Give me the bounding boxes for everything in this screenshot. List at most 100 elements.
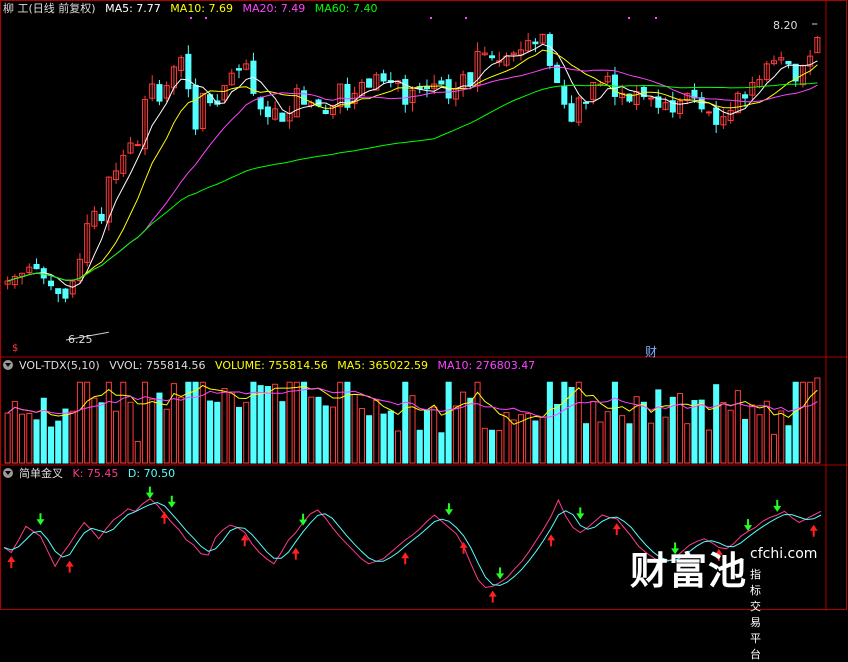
volume-bar bbox=[98, 402, 105, 464]
buy-arrow-icon bbox=[809, 524, 818, 531]
dropdown-icon[interactable] bbox=[3, 468, 13, 478]
stock-chart-canvas[interactable] bbox=[0, 0, 848, 611]
event-dot bbox=[655, 17, 657, 19]
volume-bar bbox=[467, 397, 474, 464]
kd-indicator-name[interactable]: 简单金叉 bbox=[19, 467, 63, 480]
d-value: D: 70.50 bbox=[127, 467, 176, 480]
volume-bar bbox=[26, 413, 33, 464]
volume-bar bbox=[264, 386, 271, 464]
volume-bar bbox=[489, 429, 496, 464]
buy-arrow-icon bbox=[547, 534, 556, 541]
candle-body bbox=[257, 97, 264, 110]
vol-indicator-name[interactable]: VOL-TDX(5,10) bbox=[19, 359, 100, 372]
candle-body bbox=[582, 101, 590, 104]
volume-bar bbox=[770, 433, 778, 464]
volume-bar bbox=[460, 391, 467, 464]
volume-value: VOLUME: 755814.56 bbox=[215, 359, 328, 372]
sell-arrow-icon bbox=[145, 492, 154, 499]
volume-bar bbox=[503, 412, 510, 464]
volume-bar bbox=[11, 401, 18, 464]
buy-arrow-icon bbox=[160, 511, 169, 518]
candle-body bbox=[156, 84, 163, 102]
volume-bar bbox=[662, 416, 669, 464]
volume-bar bbox=[742, 418, 749, 464]
volume-bar bbox=[445, 381, 452, 464]
k-value: K: 75.45 bbox=[72, 467, 119, 480]
volume-bar bbox=[669, 396, 676, 464]
volume-bar bbox=[351, 393, 358, 464]
finance-marker[interactable]: 财 bbox=[645, 343, 657, 360]
volume-bar bbox=[402, 381, 409, 464]
buy-arrow-icon bbox=[65, 560, 74, 567]
candle-body bbox=[546, 34, 553, 66]
volume-bar bbox=[337, 381, 344, 464]
volume-bar bbox=[272, 383, 279, 464]
watermark-tagline: 指标交易平台 bbox=[750, 568, 761, 661]
stock-title: 柳 工(日线 前复权) bbox=[3, 2, 96, 15]
candle-body bbox=[185, 53, 192, 90]
ma60-line bbox=[7, 82, 818, 282]
volume-bar bbox=[373, 399, 380, 464]
volume-bar bbox=[19, 413, 26, 464]
buy-arrow-icon bbox=[488, 590, 497, 597]
volume-bar bbox=[684, 423, 691, 464]
volume-bar bbox=[539, 416, 546, 464]
vol-ma5-value: MA5: 365022.59 bbox=[337, 359, 428, 372]
candle-body bbox=[713, 107, 720, 125]
volume-bar bbox=[438, 432, 445, 464]
candle-body bbox=[380, 73, 387, 82]
volume-bar bbox=[409, 395, 416, 464]
sell-arrow-icon bbox=[299, 519, 308, 526]
volume-bar bbox=[431, 406, 438, 464]
candle-body bbox=[366, 78, 373, 88]
volume-bar bbox=[496, 429, 503, 464]
dropdown-icon[interactable] bbox=[3, 360, 13, 370]
volume-bar bbox=[619, 415, 626, 464]
volume-bar bbox=[47, 426, 55, 464]
candle-body bbox=[264, 106, 271, 118]
volume-bar bbox=[214, 401, 221, 464]
low-price-label: 6.25 bbox=[68, 333, 93, 346]
volume-bar bbox=[308, 396, 315, 464]
volume-bar bbox=[387, 410, 394, 464]
event-dot bbox=[190, 17, 192, 19]
volume-bar bbox=[358, 408, 365, 464]
volume-bar bbox=[69, 410, 76, 464]
volume-bar bbox=[84, 381, 91, 464]
volume-bar bbox=[510, 419, 517, 464]
volume-bar bbox=[778, 410, 785, 464]
volume-bar bbox=[127, 401, 134, 464]
candle-body bbox=[98, 213, 105, 222]
volume-bar bbox=[648, 422, 655, 464]
candle-body bbox=[279, 112, 286, 122]
volume-bar bbox=[235, 406, 243, 464]
watermark-logo: 财富池 cfchi.com 指标交易平台 bbox=[630, 540, 817, 661]
ma20-value: MA20: 7.49 bbox=[242, 2, 306, 15]
volume-bar bbox=[178, 396, 185, 464]
event-dot bbox=[628, 17, 630, 19]
volume-bar bbox=[192, 381, 199, 464]
volume-bar bbox=[525, 413, 532, 464]
candle-body bbox=[698, 97, 705, 110]
candle-body bbox=[532, 41, 539, 45]
volume-bar bbox=[228, 391, 235, 464]
vol-ma10-value: MA10: 276803.47 bbox=[437, 359, 536, 372]
volume-bar bbox=[40, 397, 47, 464]
volume-bar bbox=[611, 381, 618, 464]
volume-bar bbox=[134, 440, 141, 464]
main-panel-header: 柳 工(日线 前复权) MA5: 7.77 MA10: 7.69 MA20: 7… bbox=[3, 1, 383, 17]
candle-body bbox=[423, 86, 430, 90]
dividend-marker[interactable]: $ bbox=[12, 343, 18, 354]
ma10-line bbox=[7, 49, 818, 282]
sell-arrow-icon bbox=[773, 505, 782, 512]
candle-body bbox=[742, 94, 749, 99]
volume-bar bbox=[322, 405, 329, 464]
buy-arrow-icon bbox=[7, 556, 16, 562]
volume-bar bbox=[713, 384, 720, 464]
volume-bar bbox=[279, 401, 286, 464]
candle-body bbox=[62, 288, 69, 299]
volume-bar bbox=[691, 400, 698, 464]
volume-bar bbox=[76, 381, 83, 464]
volume-bar bbox=[582, 423, 590, 464]
high-price-label: 8.20 bbox=[773, 19, 798, 32]
